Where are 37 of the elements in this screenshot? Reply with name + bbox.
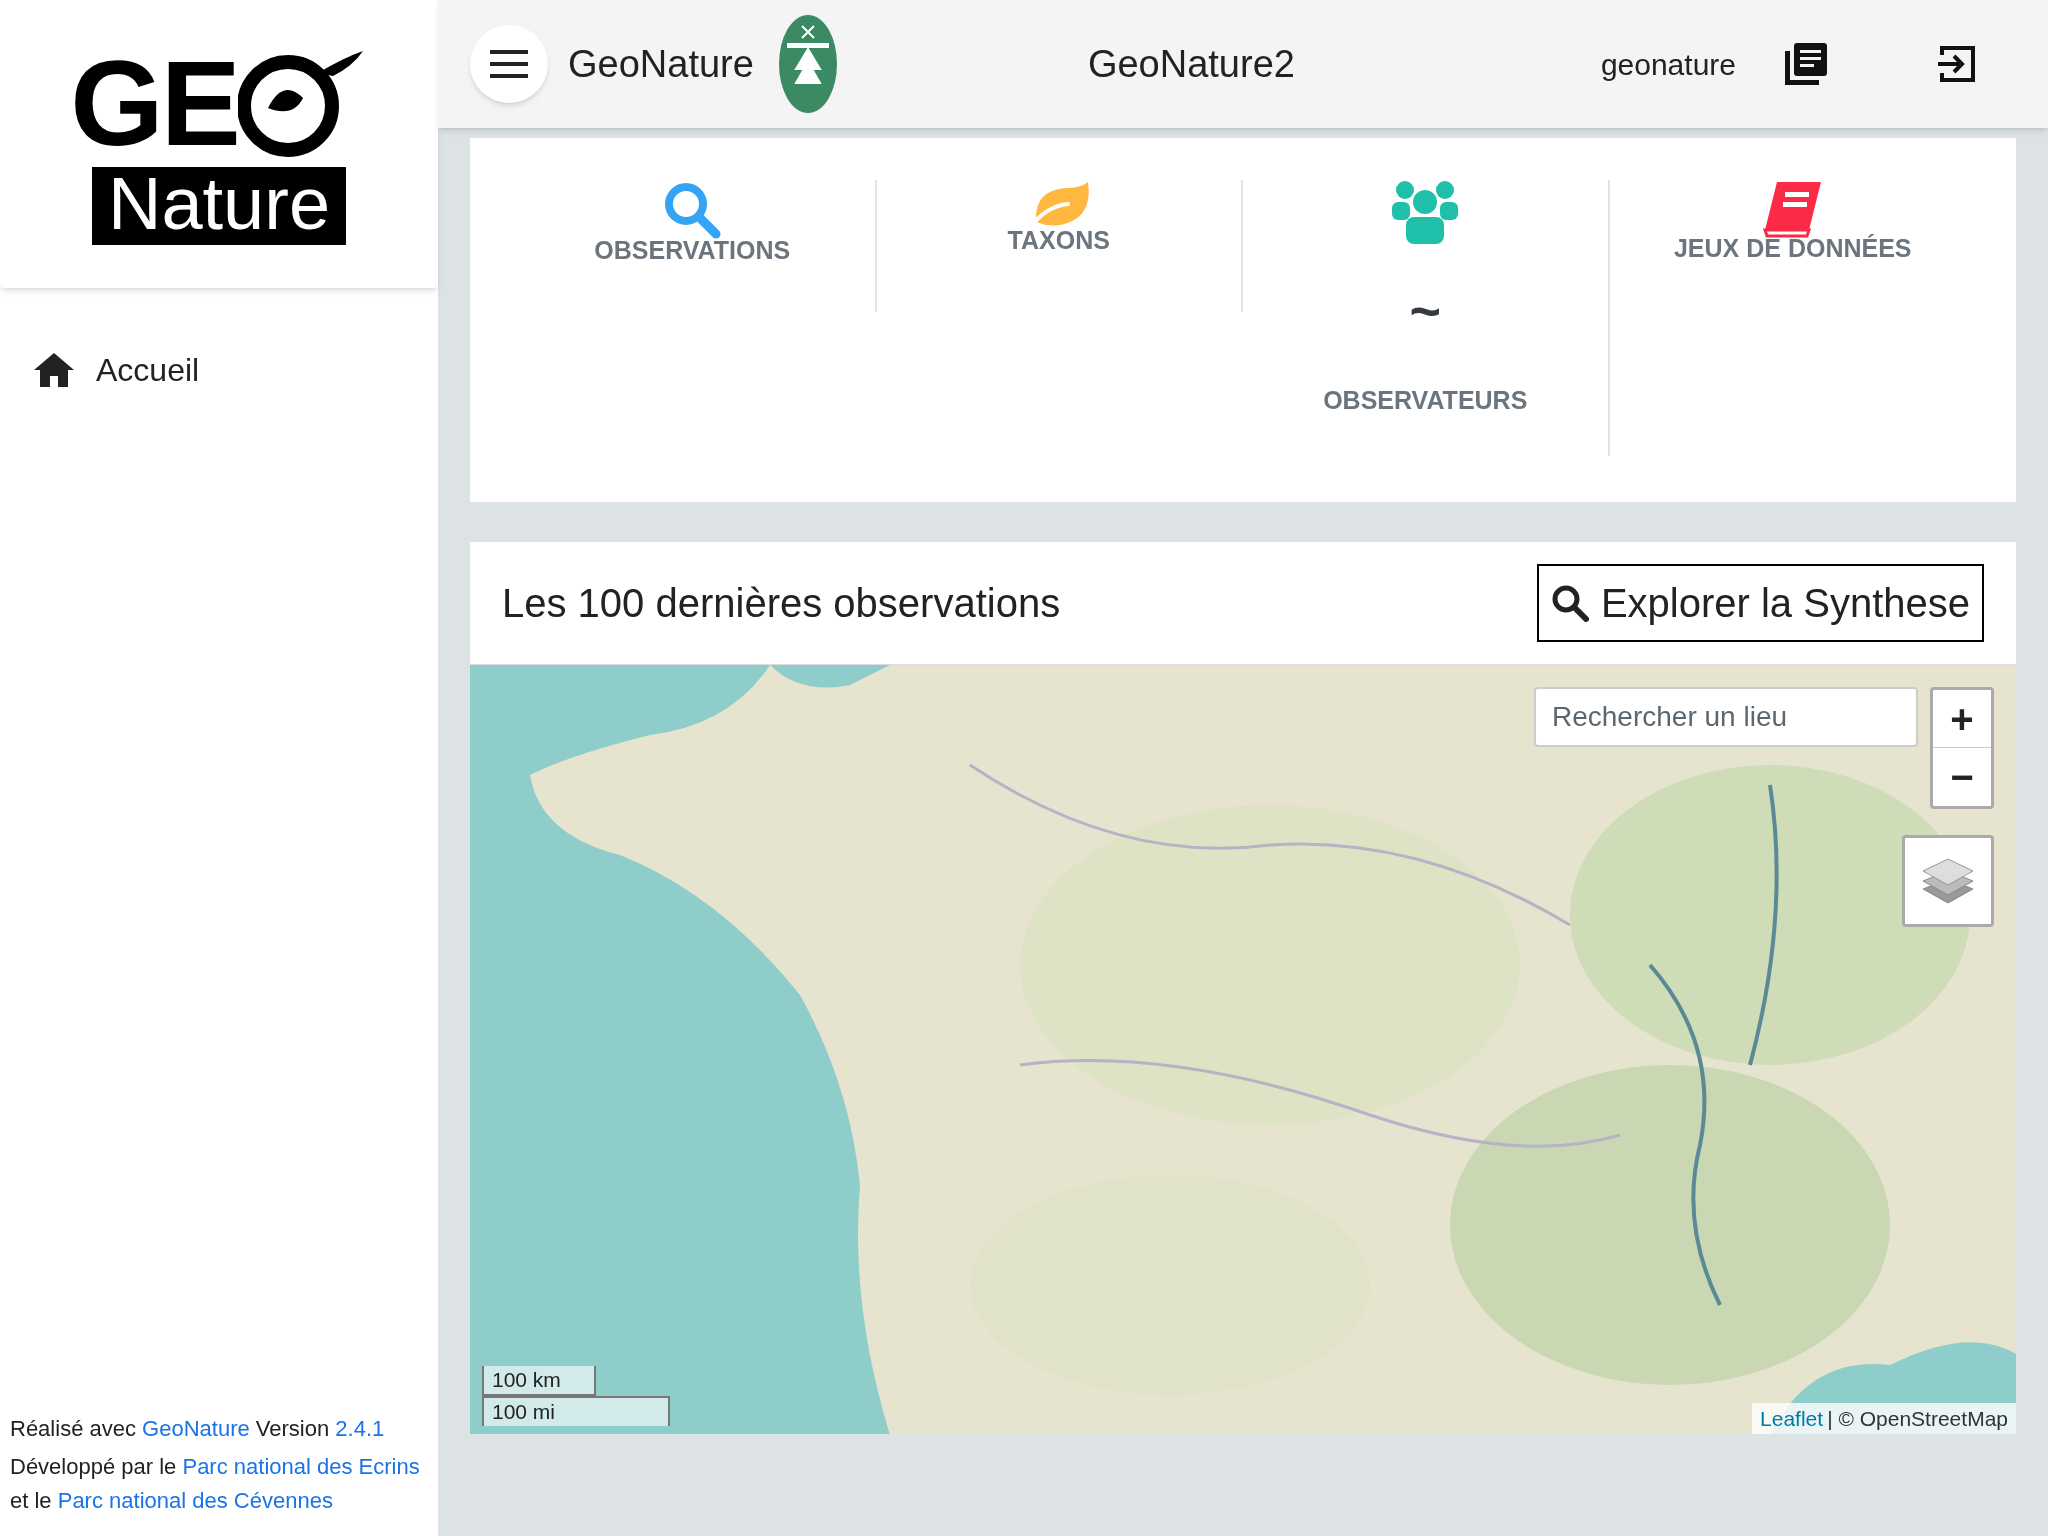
menu-button[interactable] <box>470 25 548 103</box>
menu-icon <box>490 50 528 78</box>
card-title: Les 100 dernières observations <box>502 580 1061 627</box>
attribution-text: | © OpenStreetMap <box>1827 1405 2008 1432</box>
stat-label: TAXONS <box>1007 225 1110 256</box>
zoom-out-button[interactable]: − <box>1933 748 1991 806</box>
app-name: GeoNature <box>568 41 754 87</box>
place-search-field[interactable]: Rechercher un lieu <box>1534 687 1918 747</box>
stat-label: OBSERVATIONS <box>594 235 791 266</box>
search-icon <box>1550 584 1589 622</box>
credits-text: Réalisé avec GeoNature Version 2.4.1 <box>10 1415 386 1443</box>
home-icon <box>32 351 76 389</box>
logo-text: GE <box>70 43 238 163</box>
stat-label: JEUX DE DONNÉES <box>1673 233 1912 264</box>
credit-link[interactable]: 2.4.1 <box>335 1416 385 1441</box>
credit-link[interactable]: Parc national des Ecrins <box>182 1454 420 1479</box>
users-icon <box>1390 180 1461 244</box>
logout-icon <box>1936 45 1976 83</box>
layers-button[interactable] <box>1902 835 1994 927</box>
stat-label: OBSERVATEURS <box>1323 385 1528 416</box>
credits-text: Développé par le Parc national des Ecrins et le Parc national des Cévennes <box>10 1453 421 1515</box>
app-title: GeoNature2 <box>1087 41 1295 87</box>
stat-value: ~ <box>1409 284 1441 338</box>
explore-synthesis-button[interactable]: Explorer la Synthese <box>1536 564 1984 642</box>
library-icon <box>1785 43 1827 85</box>
park-emblem-icon <box>777 14 838 114</box>
scale-bar: 100 mi <box>482 1396 670 1426</box>
credit-link[interactable]: Parc national des Cévennes <box>57 1488 333 1513</box>
layers-icon <box>1921 857 1975 905</box>
zoom-in-button[interactable]: + <box>1933 690 1991 748</box>
leaflet-link[interactable]: Leaflet <box>1760 1402 1824 1434</box>
nav-item[interactable]: Accueil <box>32 338 406 402</box>
user-name: geonature <box>1600 46 1736 83</box>
credit-link[interactable]: GeoNature <box>142 1416 250 1441</box>
scale-bar: 100 km <box>482 1366 596 1396</box>
logo-text: Nature <box>91 167 347 245</box>
search-icon <box>662 180 723 240</box>
